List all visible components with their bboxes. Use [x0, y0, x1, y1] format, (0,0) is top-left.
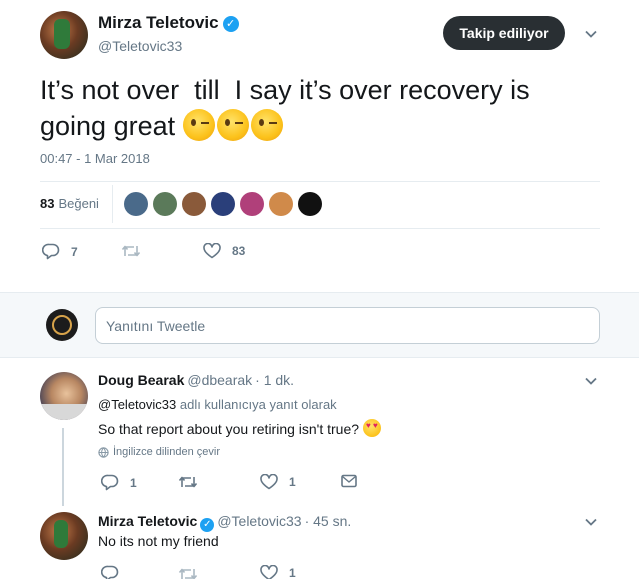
reply-author-handle[interactable]: @Teletovic33: [217, 513, 301, 529]
likes-number: 83: [40, 196, 55, 211]
chevron-down-icon[interactable]: [585, 28, 597, 40]
thread-connector: [62, 428, 64, 506]
retweet-icon: [178, 568, 198, 579]
heart-icon: [203, 243, 221, 259]
replying-to: @Teletovic33 adlı kullanıcıya yanıt olar…: [98, 397, 337, 412]
reply-count: 1: [130, 475, 137, 490]
like-count: 1: [289, 475, 296, 489]
reply-icon: [42, 243, 60, 260]
reply-author-avatar[interactable]: [40, 512, 88, 560]
translate-link[interactable]: İngilizce dilinden çevir: [98, 446, 220, 458]
retweet-icon: [178, 476, 198, 488]
heart-icon: [260, 474, 278, 490]
envelope-icon: [341, 474, 357, 488]
reply-time[interactable]: · 45 sn.: [305, 513, 352, 529]
reply-icon: [101, 565, 119, 579]
winking-face-emoji-icon: [216, 109, 249, 141]
like-action[interactable]: 1: [260, 565, 296, 579]
winking-face-emoji-icon: [182, 109, 215, 141]
reply-author-avatar[interactable]: [40, 372, 88, 420]
likes-label: Beğeni: [58, 196, 99, 211]
heart-icon: [260, 565, 278, 579]
direct-message-action[interactable]: [341, 474, 368, 488]
reply-text: No its not my friend: [98, 533, 219, 549]
reply-input[interactable]: [95, 307, 600, 344]
reply-count: 7: [71, 244, 78, 259]
liker-avatar[interactable]: [153, 192, 177, 216]
author-name-text[interactable]: Mirza Teletovic: [98, 13, 219, 32]
tweet-text: It’s not over till I say it’s over recov…: [40, 72, 600, 144]
reply-action[interactable]: 7: [42, 243, 78, 260]
retweet-icon: [121, 245, 141, 257]
reply-text-content: So that report about you retiring isn't …: [98, 421, 360, 437]
liker-avatar[interactable]: [269, 192, 293, 216]
likers-avatars: [124, 192, 327, 216]
like-count: 1: [289, 566, 296, 579]
following-button[interactable]: Takip ediliyor: [443, 16, 565, 50]
retweet-action[interactable]: [178, 474, 209, 490]
reply-author-handle[interactable]: @dbearak: [187, 372, 252, 388]
reply-composer: [0, 292, 639, 358]
retweet-action[interactable]: [121, 243, 152, 259]
tweet-text-content: It’s not over till I say it’s over recov…: [40, 75, 538, 141]
reply-icon: [101, 474, 119, 491]
heart-eyes-emoji-icon: [363, 419, 382, 437]
chevron-down-icon[interactable]: [585, 375, 597, 387]
author-handle[interactable]: @Teletovic33: [98, 38, 182, 54]
reply-time[interactable]: · 1 dk.: [255, 372, 294, 388]
reply-author-name[interactable]: Doug Bearak: [98, 372, 184, 388]
translate-label: İngilizce dilinden çevir: [113, 446, 220, 458]
reply-author-name[interactable]: Mirza Teletovic: [98, 513, 197, 529]
liker-avatar[interactable]: [211, 192, 235, 216]
divider: [112, 185, 113, 223]
divider: [40, 228, 600, 229]
like-action[interactable]: 83: [203, 243, 245, 259]
my-avatar: [46, 309, 78, 341]
verified-badge-icon: ✓: [222, 16, 239, 32]
author-name[interactable]: Mirza Teletovic ✓: [98, 13, 239, 33]
reply-action[interactable]: [101, 565, 130, 579]
replying-to-suffix: adlı kullanıcıya yanıt olarak: [176, 397, 337, 412]
likes-summary[interactable]: 83 Beğeni: [40, 196, 99, 211]
winking-face-emoji-icon: [250, 109, 283, 141]
reply-author[interactable]: Mirza Teletovic ✓ @Teletovic33 · 45 sn.: [98, 513, 351, 532]
globe-icon: [98, 446, 109, 458]
main-tweet: Mirza Teletovic ✓ @Teletovic33 Takip edil…: [0, 0, 639, 292]
author-avatar[interactable]: [40, 11, 88, 59]
reply-author[interactable]: Doug Bearak @dbearak · 1 dk.: [98, 372, 294, 388]
tweet-timestamp[interactable]: 00:47 - 1 Mar 2018: [40, 151, 150, 166]
divider: [40, 181, 600, 182]
replying-to-handle[interactable]: @Teletovic33: [98, 397, 176, 412]
reply-text: So that report about you retiring isn't …: [98, 419, 382, 437]
liker-avatar[interactable]: [240, 192, 264, 216]
retweet-action[interactable]: [178, 566, 209, 579]
chevron-down-icon[interactable]: [585, 516, 597, 528]
liker-avatar[interactable]: [124, 192, 148, 216]
reply-action[interactable]: 1: [101, 474, 137, 491]
like-action[interactable]: 1: [260, 474, 296, 490]
liker-avatar[interactable]: [298, 192, 322, 216]
verified-badge-icon: ✓: [200, 518, 215, 532]
like-count: 83: [232, 244, 246, 258]
liker-avatar[interactable]: [182, 192, 206, 216]
